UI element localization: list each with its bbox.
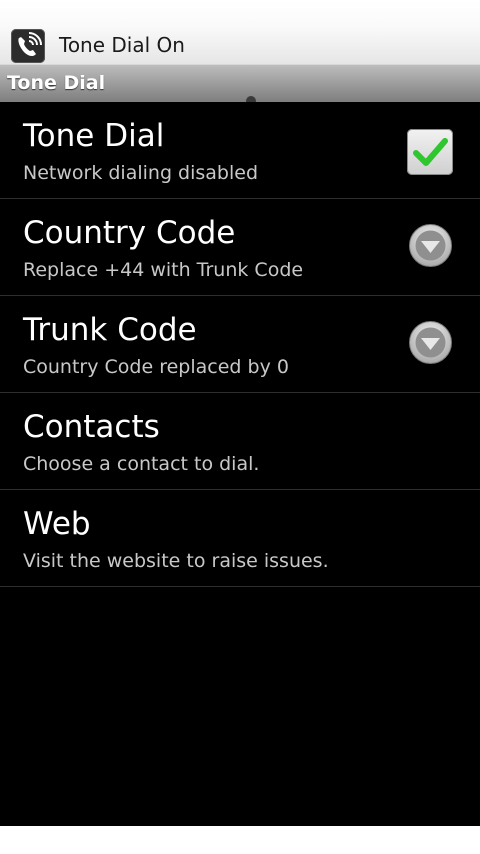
pref-summary: Country Code replaced by 0: [23, 356, 289, 378]
pref-title: Trunk Code: [23, 312, 197, 348]
bottom-strip: [0, 826, 480, 854]
pref-contacts[interactable]: Contacts Choose a contact to dial.: [0, 393, 480, 490]
screen: Tone Dial On Tone Dial Tone Dial Network…: [0, 0, 480, 854]
tone-dial-checkbox[interactable]: [407, 129, 453, 175]
pref-tone-dial[interactable]: Tone Dial Network dialing disabled: [0, 102, 480, 199]
status-bar[interactable]: Tone Dial On: [0, 0, 480, 64]
tone-dial-phone-icon: [11, 29, 45, 63]
app-title-bar: Tone Dial: [0, 64, 480, 106]
preferences-list: Tone Dial Network dialing disabled Count…: [0, 102, 480, 826]
pref-trunk-code[interactable]: Trunk Code Country Code replaced by 0: [0, 296, 480, 393]
pref-summary: Network dialing disabled: [23, 162, 259, 184]
pref-summary: Choose a contact to dial.: [23, 453, 260, 475]
checkmark-icon: [413, 138, 448, 166]
pref-summary: Replace +44 with Trunk Code: [23, 259, 304, 281]
pref-title: Tone Dial: [23, 118, 165, 154]
pref-title: Web: [23, 506, 91, 542]
pref-summary: Visit the website to raise issues.: [23, 550, 329, 572]
app-title: Tone Dial: [7, 72, 106, 94]
pref-title: Contacts: [23, 409, 160, 445]
country-code-dropdown-button[interactable]: [408, 223, 453, 268]
chevron-down-icon: [409, 224, 452, 267]
notification-text: Tone Dial On: [59, 33, 185, 57]
pref-title: Country Code: [23, 215, 236, 251]
chevron-down-icon: [409, 321, 452, 364]
pref-web[interactable]: Web Visit the website to raise issues.: [0, 490, 480, 587]
trunk-code-dropdown-button[interactable]: [408, 320, 453, 365]
pref-country-code[interactable]: Country Code Replace +44 with Trunk Code: [0, 199, 480, 296]
